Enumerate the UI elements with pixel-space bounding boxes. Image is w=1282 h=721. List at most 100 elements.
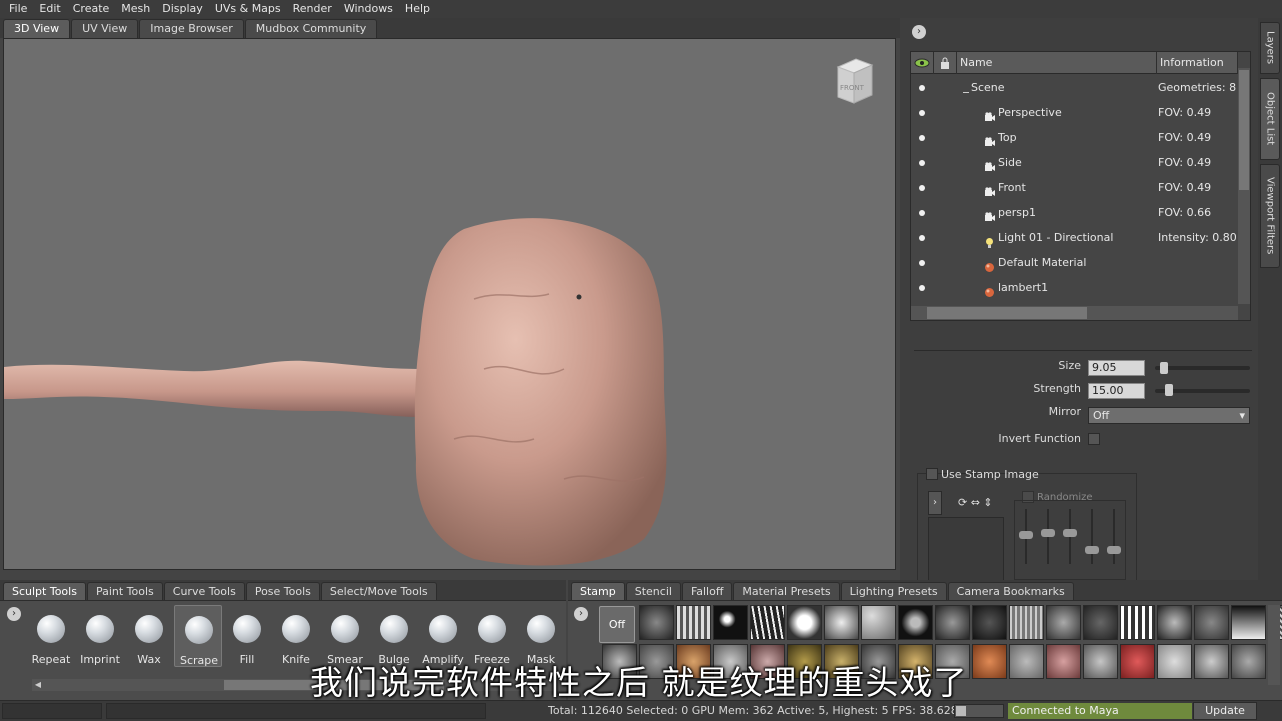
menu-item-display[interactable]: Display xyxy=(156,0,209,18)
stamp-thumbnail[interactable] xyxy=(1231,644,1266,679)
strength-slider-knob[interactable] xyxy=(1165,384,1174,396)
lock-icon[interactable] xyxy=(934,52,957,74)
tab-object-list[interactable]: Object List xyxy=(1260,78,1280,160)
stamp-thumbnail[interactable] xyxy=(1194,644,1229,679)
stamp-preview[interactable] xyxy=(928,517,1004,582)
object-list-row[interactable]: Default Material xyxy=(911,250,1238,275)
object-list-row[interactable]: Perspective FOV: 0.49 xyxy=(911,100,1238,125)
strength-input[interactable]: 15.00 xyxy=(1088,383,1145,399)
stamp-thumbnail[interactable] xyxy=(824,605,859,640)
size-input[interactable]: 9.05 xyxy=(1088,360,1145,376)
stamp-thumbnail[interactable] xyxy=(1231,605,1266,640)
tab-lighting-presets[interactable]: Lighting Presets xyxy=(840,582,947,600)
stamp-thumbnail[interactable] xyxy=(750,605,785,640)
object-list-row[interactable]: Scene Geometries: 8 xyxy=(911,75,1238,100)
stamp-thumbnail[interactable] xyxy=(1120,644,1155,679)
stamp-thumbnail[interactable] xyxy=(639,605,674,640)
object-list-row[interactable]: lambert1 xyxy=(911,275,1238,300)
update-button[interactable]: Update xyxy=(1193,702,1257,720)
tab-mudbox-community[interactable]: Mudbox Community xyxy=(244,19,378,38)
tool-repeat[interactable]: Repeat xyxy=(27,605,75,667)
stamp-thumbnail[interactable] xyxy=(1157,644,1192,679)
tab-curve-tools[interactable]: Curve Tools xyxy=(163,582,245,600)
menu-item-mesh[interactable]: Mesh xyxy=(115,0,156,18)
stamp-thumbnail[interactable] xyxy=(898,605,933,640)
menu-item-windows[interactable]: Windows xyxy=(338,0,399,18)
tab-3d-view[interactable]: 3D View xyxy=(3,19,71,38)
tab-viewport-filters[interactable]: Viewport Filters xyxy=(1260,164,1280,268)
tool-wax[interactable]: Wax xyxy=(125,605,173,667)
tab-select-move-tools[interactable]: Select/Move Tools xyxy=(320,582,437,600)
3d-viewport[interactable]: FRONT xyxy=(3,38,896,570)
mirror-select[interactable]: Off ▾ xyxy=(1088,407,1250,424)
size-slider[interactable] xyxy=(1155,366,1250,370)
tab-layers[interactable]: Layers xyxy=(1260,22,1280,74)
menu-item-render[interactable]: Render xyxy=(287,0,338,18)
tab-camera-bookmarks[interactable]: Camera Bookmarks xyxy=(947,582,1074,600)
visibility-dot-icon[interactable] xyxy=(919,135,925,141)
panel-expand-icon[interactable]: › xyxy=(912,25,926,39)
visibility-dot-icon[interactable] xyxy=(919,235,925,241)
tab-uv-view[interactable]: UV View xyxy=(71,19,139,38)
tab-stencil[interactable]: Stencil xyxy=(625,582,681,600)
stamp-thumbnail[interactable] xyxy=(861,605,896,640)
stamp-thumbnail[interactable] xyxy=(1083,644,1118,679)
stamp-thumbnail[interactable] xyxy=(1046,605,1081,640)
stamp-off-button[interactable]: Off xyxy=(599,606,635,643)
visibility-dot-icon[interactable] xyxy=(919,160,925,166)
tab-pose-tools[interactable]: Pose Tools xyxy=(245,582,320,600)
stamp-thumbnail[interactable] xyxy=(972,644,1007,679)
stamp-thumbnail[interactable] xyxy=(1083,605,1118,640)
stamp-thumbnail[interactable] xyxy=(972,605,1007,640)
sculpt-model[interactable] xyxy=(4,39,896,570)
tab-stamp[interactable]: Stamp xyxy=(571,582,625,600)
tab-image-browser[interactable]: Image Browser xyxy=(139,19,244,38)
view-cube[interactable]: FRONT xyxy=(834,57,874,105)
tab-material-presets[interactable]: Material Presets xyxy=(733,582,840,600)
visibility-eye-icon[interactable] xyxy=(911,52,934,74)
stamp-thumbnail[interactable] xyxy=(1157,605,1192,640)
invert-function-checkbox[interactable] xyxy=(1088,433,1100,445)
stamp-shelf-expand-icon[interactable]: › xyxy=(574,607,588,621)
object-list-row[interactable]: Light 01 - Directional Intensity: 0.80 xyxy=(911,225,1238,250)
object-list-row[interactable]: Side FOV: 0.49 xyxy=(911,150,1238,175)
column-information[interactable]: Information xyxy=(1157,52,1238,74)
stamp-thumbnail[interactable] xyxy=(1120,605,1155,640)
use-stamp-image-checkbox[interactable] xyxy=(926,468,938,480)
menu-item-uvs-maps[interactable]: UVs & Maps xyxy=(209,0,287,18)
tab-paint-tools[interactable]: Paint Tools xyxy=(86,582,163,600)
stamp-thumbnail[interactable] xyxy=(1046,644,1081,679)
stamp-thumbnail[interactable] xyxy=(676,605,711,640)
tool-imprint[interactable]: Imprint xyxy=(76,605,124,667)
stamp-thumbnail[interactable] xyxy=(1009,644,1044,679)
visibility-dot-icon[interactable] xyxy=(919,285,925,291)
object-list-row[interactable]: persp1 FOV: 0.66 xyxy=(911,200,1238,225)
object-list-vscroll[interactable] xyxy=(1238,68,1250,304)
shelf-expand-icon[interactable]: › xyxy=(7,607,21,621)
object-list-row[interactable]: Top FOV: 0.49 xyxy=(911,125,1238,150)
visibility-dot-icon[interactable] xyxy=(919,110,925,116)
stamp-thumbnail[interactable] xyxy=(713,605,748,640)
visibility-dot-icon[interactable] xyxy=(919,210,925,216)
object-list-hscroll[interactable] xyxy=(911,306,1238,320)
stamp-thumbnail[interactable] xyxy=(1009,605,1044,640)
stamp-thumbnail[interactable] xyxy=(935,605,970,640)
visibility-dot-icon[interactable] xyxy=(919,85,925,91)
stamp-vscroll[interactable] xyxy=(1268,605,1280,685)
visibility-dot-icon[interactable] xyxy=(919,185,925,191)
object-list-row[interactable]: Front FOV: 0.49 xyxy=(911,175,1238,200)
menu-item-file[interactable]: File xyxy=(3,0,33,18)
tab-sculpt-tools[interactable]: Sculpt Tools xyxy=(3,582,86,600)
column-name[interactable]: Name xyxy=(957,52,1157,74)
menu-item-help[interactable]: Help xyxy=(399,0,436,18)
menu-item-create[interactable]: Create xyxy=(67,0,116,18)
tab-falloff[interactable]: Falloff xyxy=(681,582,733,600)
stamp-thumbnail[interactable] xyxy=(1194,605,1229,640)
menu-item-edit[interactable]: Edit xyxy=(33,0,66,18)
visibility-dot-icon[interactable] xyxy=(919,260,925,266)
stamp-rotate-icons[interactable]: ⟳ ⇔ ⇕ xyxy=(958,496,993,509)
stamp-nav-icon[interactable]: › xyxy=(928,491,942,515)
size-slider-knob[interactable] xyxy=(1159,362,1168,374)
tool-fill[interactable]: Fill xyxy=(223,605,271,667)
randomize-sliders[interactable] xyxy=(1014,500,1126,580)
